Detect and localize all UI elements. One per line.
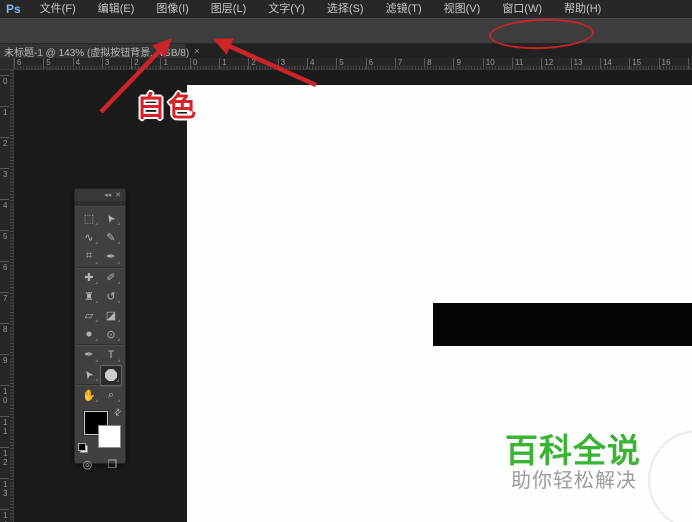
ruler-corner xyxy=(0,58,14,70)
ruler-ticks xyxy=(10,70,13,522)
document-tab[interactable]: 未标题-1 @ 143% (虚拟按钮背景, RGB/8) × xyxy=(0,44,199,59)
vertical-ruler[interactable]: 01234567891011121314 xyxy=(0,70,14,522)
watermark-subtitle: 助你轻松解决 xyxy=(511,470,637,492)
path-selection-tool[interactable]: ➤ xyxy=(78,365,100,385)
default-colors-icon[interactable] xyxy=(78,442,88,453)
rectangular-marquee-tool[interactable]: ⬚ xyxy=(78,209,100,228)
gradient-tool[interactable]: ◪ xyxy=(100,306,122,325)
menu-item[interactable]: 选择(S) xyxy=(316,0,375,18)
brush-tool[interactable]: ✐ xyxy=(100,268,122,287)
tool-icon: T xyxy=(107,348,115,361)
dodge-tool[interactable]: ⊙ xyxy=(100,325,122,346)
history-brush-tool[interactable]: ↺ xyxy=(100,287,122,306)
tool-icon: ✋ xyxy=(82,389,96,402)
zoom-tool[interactable]: ⌕ xyxy=(100,386,122,405)
tool-icon: ➤ xyxy=(103,211,119,226)
tool-icon: ➤ xyxy=(81,366,97,382)
menu-item[interactable]: 文字(Y) xyxy=(257,0,316,18)
move-tool[interactable]: ➤ xyxy=(100,209,122,228)
close-tab-icon[interactable]: × xyxy=(194,46,199,56)
menu-item[interactable]: 视图(V) xyxy=(433,0,492,18)
tool-icon: ∿ xyxy=(84,232,94,245)
menu-item[interactable]: 编辑(E) xyxy=(87,0,146,18)
ruler-number: 2 xyxy=(0,137,9,168)
tool-icon: ✎ xyxy=(106,232,116,245)
eyedropper-tool[interactable]: ✒ xyxy=(100,247,122,268)
menu-item[interactable]: 图像(I) xyxy=(145,0,199,18)
menu-item[interactable]: 文件(F) xyxy=(29,0,87,18)
document-tab-title: 未标题-1 @ 143% (虚拟按钮背景, RGB/8) xyxy=(4,47,190,59)
tool-icon: ⌗ xyxy=(85,250,93,263)
swap-colors-icon[interactable]: ⇄ xyxy=(112,406,125,419)
tool-icon: ✐ xyxy=(106,271,116,284)
eraser-tool[interactable]: ▱ xyxy=(78,306,100,325)
quick-selection-tool[interactable]: ✎ xyxy=(100,228,122,247)
menu-item[interactable]: 滤镜(T) xyxy=(375,0,433,18)
tool-icon: ⌕ xyxy=(107,388,115,401)
menu-bar: Ps 文件(F) 编辑(E) 图像(I) 图层(L) 文字(Y) 选择(S) 滤镜(T) 视图… xyxy=(0,0,692,18)
toolbox-panel: ◂◂ ✕ ⬚ ➤ ∿ ✎ ⌗ ✒ ✚ ✐ ♜ ↺ ▱ ◪ ⚫ ⊙ ✒ T ➤ ✋… xyxy=(74,188,126,471)
toolbox-header[interactable]: ◂◂ ✕ xyxy=(75,189,125,202)
collapse-panel-icon[interactable]: ◂◂ xyxy=(104,191,111,199)
ruler-number: 9 xyxy=(0,354,9,385)
tool-icon: ✒ xyxy=(106,251,116,264)
background-color-swatch[interactable] xyxy=(98,424,121,448)
tool-icon: ⚫ xyxy=(84,329,94,342)
tool-grid: ⬚ ➤ ∿ ✎ ⌗ ✒ ✚ ✐ ♜ ↺ ▱ ◪ ⚫ ⊙ ✒ T ➤ ✋ ⌕ xyxy=(75,207,125,407)
type-tool[interactable]: T xyxy=(100,345,122,364)
lasso-tool[interactable]: ∿ xyxy=(78,228,100,247)
ruler-ticks xyxy=(14,66,692,69)
spot-healing-brush-tool[interactable]: ✚ xyxy=(78,268,100,287)
white-annotation-label: 白色 xyxy=(137,91,200,122)
ruler-number: 11 xyxy=(0,416,9,447)
ruler-number: 10 xyxy=(0,385,9,416)
clone-stamp-tool[interactable]: ♜ xyxy=(78,287,100,306)
menu-item[interactable]: 帮助(H) xyxy=(553,0,612,18)
crop-tool[interactable]: ⌗ xyxy=(78,247,100,268)
color-swatches: ⇄ xyxy=(75,406,125,455)
hand-tool[interactable]: ✋ xyxy=(78,386,100,405)
tool-icon: ◪ xyxy=(105,310,117,323)
tool-icon: ✒ xyxy=(84,349,94,362)
ruler-number: 6 xyxy=(0,261,9,292)
ruler-number: 8 xyxy=(0,323,9,354)
close-panel-icon[interactable]: ✕ xyxy=(115,191,121,199)
tool-icon xyxy=(105,369,117,382)
menu-items: 文件(F) 编辑(E) 图像(I) 图层(L) 文字(Y) 选择(S) 滤镜(T) 视图(V)… xyxy=(29,0,613,18)
pen-tool[interactable]: ✒ xyxy=(78,345,100,364)
ruler-number: 12 xyxy=(0,447,9,478)
ruler-number: 14 xyxy=(0,509,9,522)
ruler-number: 4 xyxy=(0,199,9,230)
ruler-number: 3 xyxy=(0,168,9,199)
tool-icon: ▱ xyxy=(84,310,94,323)
ruler-number: 7 xyxy=(0,292,9,323)
options-bar xyxy=(0,18,692,44)
ruler-number: 13 xyxy=(0,478,9,509)
screen-mode-icon[interactable]: ❐ xyxy=(107,458,117,471)
tab-bar: 未标题-1 @ 143% (虚拟按钮背景, RGB/8) × xyxy=(0,44,692,59)
ps-logo: Ps xyxy=(6,2,21,16)
polygon-shape-tool[interactable] xyxy=(100,364,122,386)
tool-icon: ⬚ xyxy=(83,213,95,226)
menu-item[interactable]: 窗口(W) xyxy=(491,0,553,18)
horizontal-ruler[interactable]: 65432101234567891011121314151617 xyxy=(14,58,692,70)
toolbox-bottom: ◎ ❐ xyxy=(75,455,125,475)
tool-icon: ↺ xyxy=(106,290,116,303)
tool-icon: ♜ xyxy=(84,290,94,303)
ruler-number: 5 xyxy=(0,230,9,261)
quick-mask-icon[interactable]: ◎ xyxy=(83,458,93,471)
ruler-number: 1 xyxy=(0,106,9,137)
tool-icon: ⊙ xyxy=(106,329,116,342)
ruler-number: 0 xyxy=(0,75,9,106)
tool-icon: ✚ xyxy=(84,271,94,284)
black-rectangle-shape[interactable] xyxy=(433,303,692,346)
photoshop-window: Ps 文件(F) 编辑(E) 图像(I) 图层(L) 文字(Y) 选择(S) 滤镜(T) 视图… xyxy=(0,0,692,522)
blur-tool[interactable]: ⚫ xyxy=(78,325,100,346)
menu-item[interactable]: 图层(L) xyxy=(200,0,257,18)
